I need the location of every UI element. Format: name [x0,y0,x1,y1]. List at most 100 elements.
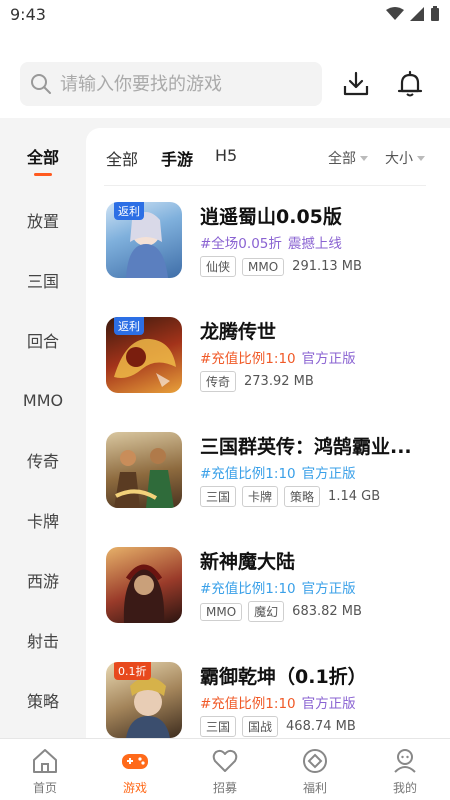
game-desc-highlight: #充值比例1:10 [200,351,296,367]
tab-all[interactable]: 全部 [106,146,138,170]
category-sidebar: 全部 放置 三国 回合 MMO 传奇 卡牌 西游 射击 策略 [0,130,86,730]
nav-benefits[interactable]: 福利 [270,739,360,800]
tab-mobile[interactable]: 手游 [161,146,193,170]
search-bar[interactable] [20,62,322,106]
nav-label: 游戏 [122,781,147,795]
caret-down-icon [360,155,368,161]
game-icon[interactable]: 返利 [106,202,182,278]
game-tags: 三国 国战 468.74 MB [200,716,356,737]
nav-label: 我的 [392,781,417,795]
search-icon [31,74,51,94]
game-tag: 三国 [200,716,237,737]
download-button[interactable] [340,68,372,100]
sidebar-item-all[interactable]: 全部 [0,130,86,190]
sidebar-item-turn-based[interactable]: 回合 [0,310,86,370]
game-name: 新神魔大陆 [200,551,296,573]
status-time: 9:43 [10,5,46,24]
game-list-panel: 全部 手游 H5 全部 大小 返利 逍遥蜀山0.05版 #全场0.05折 震撼上… [86,128,450,748]
sidebar-item-label: 传奇 [26,452,59,471]
profile-icon [394,749,416,773]
content-area: 全部 放置 三国 回合 MMO 传奇 卡牌 西游 射击 策略 全部 手游 H5 … [0,118,450,748]
game-tag: MMO [200,602,243,621]
size-sort-label: 大小 [385,151,413,167]
nav-recruit[interactable]: 招募 [180,739,270,800]
game-tag: 卡牌 [242,486,279,507]
download-icon [343,71,369,96]
sidebar-item-label: MMO [22,390,64,410]
sidebar-item-label: 全部 [26,148,59,167]
game-list-item[interactable]: 0.1折 霸御乾坤（0.1折） #充值比例1:10 官方正版 三国 国战 468.… [104,662,440,748]
sidebar-item-strategy[interactable]: 策略 [0,670,86,730]
sidebar-item-idle[interactable]: 放置 [0,190,86,250]
tab-h5[interactable]: H5 [215,146,237,165]
game-size: 291.13 MB [292,259,362,274]
game-size: 273.92 MB [244,374,314,389]
game-icon[interactable]: 0.1折 [106,662,182,738]
platform-tabs: 全部 手游 H5 全部 大小 [104,128,426,186]
wifi-icon [386,7,404,20]
game-size: 683.82 MB [292,604,362,619]
sidebar-item-label: 射击 [26,632,59,651]
sidebar-item-label: 回合 [26,332,59,351]
game-tag: 三国 [200,486,237,507]
game-size: 468.74 MB [286,719,356,734]
game-desc-secondary: 震撼上线 [287,236,342,252]
game-desc-secondary: 官方正版 [301,466,356,482]
game-list-item[interactable]: 返利 龙腾传世 #充值比例1:10 官方正版 传奇 273.92 MB [104,317,440,432]
bell-icon [397,70,423,97]
game-desc: #充值比例1:10 官方正版 [200,577,356,597]
game-tags: MMO 魔幻 683.82 MB [200,601,362,622]
rebate-badge: 返利 [114,317,144,335]
game-list-item[interactable]: 三国群英传：鸿鹄霸业... #充值比例1:10 官方正版 三国 卡牌 策略 1.1… [104,432,440,547]
game-list-item[interactable]: 新神魔大陆 #充值比例1:10 官方正版 MMO 魔幻 683.82 MB [104,547,440,662]
discount-badge: 0.1折 [114,662,151,680]
active-indicator [34,173,52,176]
search-input[interactable] [60,73,300,95]
game-tag: 国战 [242,716,279,737]
game-desc-highlight: #充值比例1:10 [200,466,296,482]
game-desc: #充值比例1:10 官方正版 [200,462,356,482]
signal-icon [410,7,424,21]
nav-label: 福利 [302,781,327,795]
nav-home[interactable]: 首页 [0,739,90,800]
filter-dropdown[interactable]: 全部 [328,148,368,168]
game-desc: #充值比例1:10 官方正版 [200,692,356,712]
sidebar-item-label: 策略 [26,692,59,711]
sidebar-item-three-kingdoms[interactable]: 三国 [0,250,86,310]
game-icon[interactable] [106,432,182,508]
game-icon[interactable] [106,547,182,623]
game-tag: MMO [242,257,285,276]
bottom-nav: 首页 游戏 招募 福利 我的 [0,738,450,800]
game-desc-secondary: 官方正版 [301,581,356,597]
status-icons [386,6,440,22]
sidebar-item-journey-west[interactable]: 西游 [0,550,86,610]
sidebar-item-card[interactable]: 卡牌 [0,490,86,550]
game-tag: 仙侠 [200,256,237,277]
sidebar-item-label: 放置 [26,212,59,231]
size-sort-dropdown[interactable]: 大小 [385,148,425,168]
sidebar-item-legend[interactable]: 传奇 [0,430,86,490]
sidebar-item-shooter[interactable]: 射击 [0,610,86,670]
game-desc-secondary: 官方正版 [301,351,356,367]
game-list-item[interactable]: 返利 逍遥蜀山0.05版 #全场0.05折 震撼上线 仙侠 MMO 291.13 … [104,202,440,317]
sidebar-item-mmo[interactable]: MMO [0,370,86,430]
game-name: 逍遥蜀山0.05版 [200,206,342,228]
game-desc-highlight: #充值比例1:10 [200,696,296,712]
sidebar-item-label: 卡牌 [26,512,59,531]
nav-games[interactable]: 游戏 [90,739,180,800]
sidebar-item-label: 西游 [26,572,59,591]
nav-profile[interactable]: 我的 [360,739,450,800]
sidebar-item-label: 三国 [26,272,59,291]
game-name: 霸御乾坤（0.1折） [200,666,367,688]
game-tags: 传奇 273.92 MB [200,371,314,392]
game-tags: 三国 卡牌 策略 1.14 GB [200,486,380,507]
notification-button[interactable] [394,68,426,100]
game-desc-highlight: #充值比例1:10 [200,581,296,597]
caret-down-icon [417,155,425,161]
heart-icon [212,749,238,772]
game-icon[interactable]: 返利 [106,317,182,393]
home-icon [33,749,57,773]
rebate-badge: 返利 [114,202,144,220]
filter-label: 全部 [328,151,356,167]
nav-label: 招募 [212,781,237,795]
